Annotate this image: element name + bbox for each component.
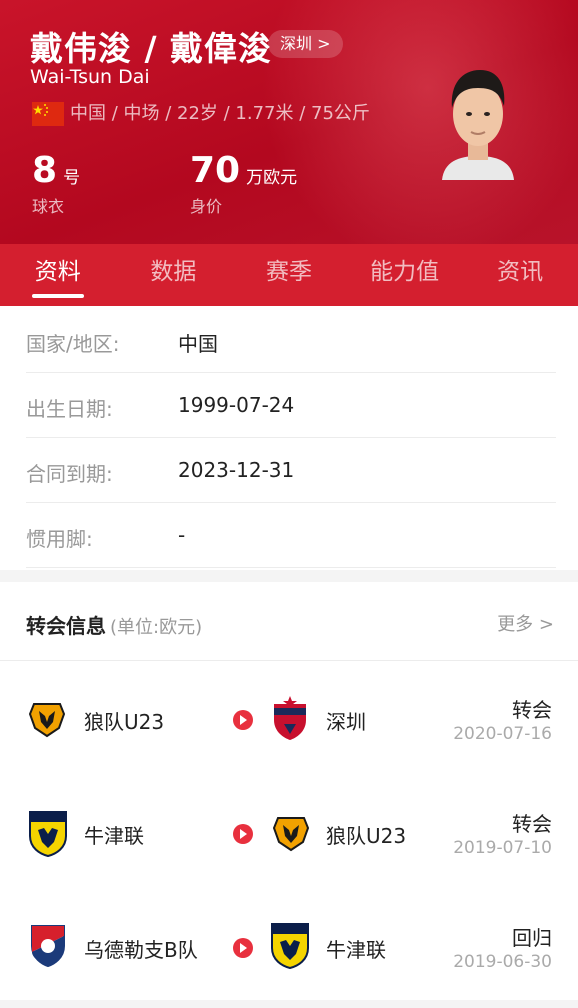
wolves-logo-icon (26, 698, 68, 740)
transfer-header: 转会信息 (单位:欧元) (26, 610, 202, 639)
transfer-arrow-icon (233, 938, 253, 958)
info-key: 合同到期: (26, 462, 113, 486)
info-key: 出生日期: (26, 397, 113, 421)
player-name-chinese: 戴伟浚 / 戴偉浚 (30, 29, 273, 68)
market-value-stat: 70 万欧元 身价 (190, 150, 297, 217)
transfer-row[interactable]: 乌德勒支B队 牛津联 回归 2019-06-30 (0, 898, 578, 1008)
tab-season[interactable]: 赛季 (231, 244, 347, 306)
transfer-type: 转会 (512, 812, 552, 836)
transfer-unit: (单位:欧元) (110, 617, 203, 638)
jersey-label: 球衣 (32, 197, 65, 216)
to-club-name: 牛津联 (326, 938, 386, 962)
to-club-name: 深圳 (326, 710, 366, 734)
tab-profile[interactable]: 资料 (0, 244, 116, 306)
market-value-label: 身价 (190, 197, 223, 216)
transfer-arrow-icon (233, 710, 253, 730)
info-value: - (178, 523, 186, 547)
transfer-row[interactable]: 牛津联 狼队U23 转会 2019-07-10 (0, 784, 578, 894)
info-key: 国家/地区: (26, 332, 120, 356)
transfer-row[interactable]: 狼队U23 深圳 转会 2020-07-16 (0, 670, 578, 780)
transfer-date: 2020-07-16 (453, 724, 552, 744)
info-value: 2023-12-31 (178, 458, 295, 482)
from-club-name: 乌德勒支B队 (84, 938, 198, 962)
tab-data[interactable]: 数据 (116, 244, 232, 306)
from-club-name: 狼队U23 (84, 710, 165, 734)
tab-ability[interactable]: 能力值 (347, 244, 463, 306)
player-bio: 中国 / 中场 / 22岁 / 1.77米 / 75公斤 (70, 103, 370, 124)
info-row-preferred-foot: 惯用脚: - (26, 503, 556, 568)
player-name-english: Wai-Tsun Dai (30, 66, 150, 88)
jersey-stat: 8号 球衣 (32, 150, 80, 217)
player-avatar (438, 62, 518, 180)
transfer-type: 转会 (512, 698, 552, 722)
info-value: 中国 (178, 332, 218, 356)
player-info-card: 国家/地区: 中国 出生日期: 1999-07-24 合同到期: 2023-12… (0, 306, 578, 570)
oxford-united-logo-icon (268, 920, 312, 970)
jersey-unit: 号 (63, 168, 81, 188)
info-row-birthdate: 出生日期: 1999-07-24 (26, 373, 556, 438)
info-key: 惯用脚: (26, 527, 93, 551)
city-badge-button[interactable]: 深圳 > (268, 30, 343, 58)
transfer-type: 回归 (512, 926, 552, 950)
info-value: 1999-07-24 (178, 393, 295, 417)
more-transfers-link[interactable]: 更多 > (497, 610, 554, 636)
transfer-date: 2019-07-10 (453, 838, 552, 858)
transfer-date: 2019-06-30 (453, 952, 552, 972)
shenzhen-fc-logo-icon (268, 694, 312, 742)
tab-news[interactable]: 资讯 (462, 244, 578, 306)
profile-tab-bar: 资料 数据 赛季 能力值 资讯 (0, 244, 578, 306)
china-flag-icon (32, 102, 64, 126)
utrecht-logo-icon (26, 922, 70, 968)
info-row-country: 国家/地区: 中国 (26, 308, 556, 373)
transfer-title: 转会信息 (26, 614, 106, 638)
from-club-name: 牛津联 (84, 824, 144, 848)
transfer-card: 转会信息 (单位:欧元) 更多 > 狼队U23 深圳 转会 2020-07-16 … (0, 582, 578, 1000)
market-value-number: 70 (190, 150, 241, 191)
market-value-unit: 万欧元 (246, 168, 298, 188)
oxford-united-logo-icon (26, 808, 70, 858)
wolves-logo-icon (270, 812, 312, 854)
divider (0, 660, 578, 661)
jersey-number: 8 (32, 150, 58, 191)
to-club-name: 狼队U23 (326, 824, 407, 848)
player-header: 戴伟浚 / 戴偉浚 深圳 > Wai-Tsun Dai 中国 / 中场 / 22… (0, 0, 578, 244)
transfer-arrow-icon (233, 824, 253, 844)
info-row-contract: 合同到期: 2023-12-31 (26, 438, 556, 503)
